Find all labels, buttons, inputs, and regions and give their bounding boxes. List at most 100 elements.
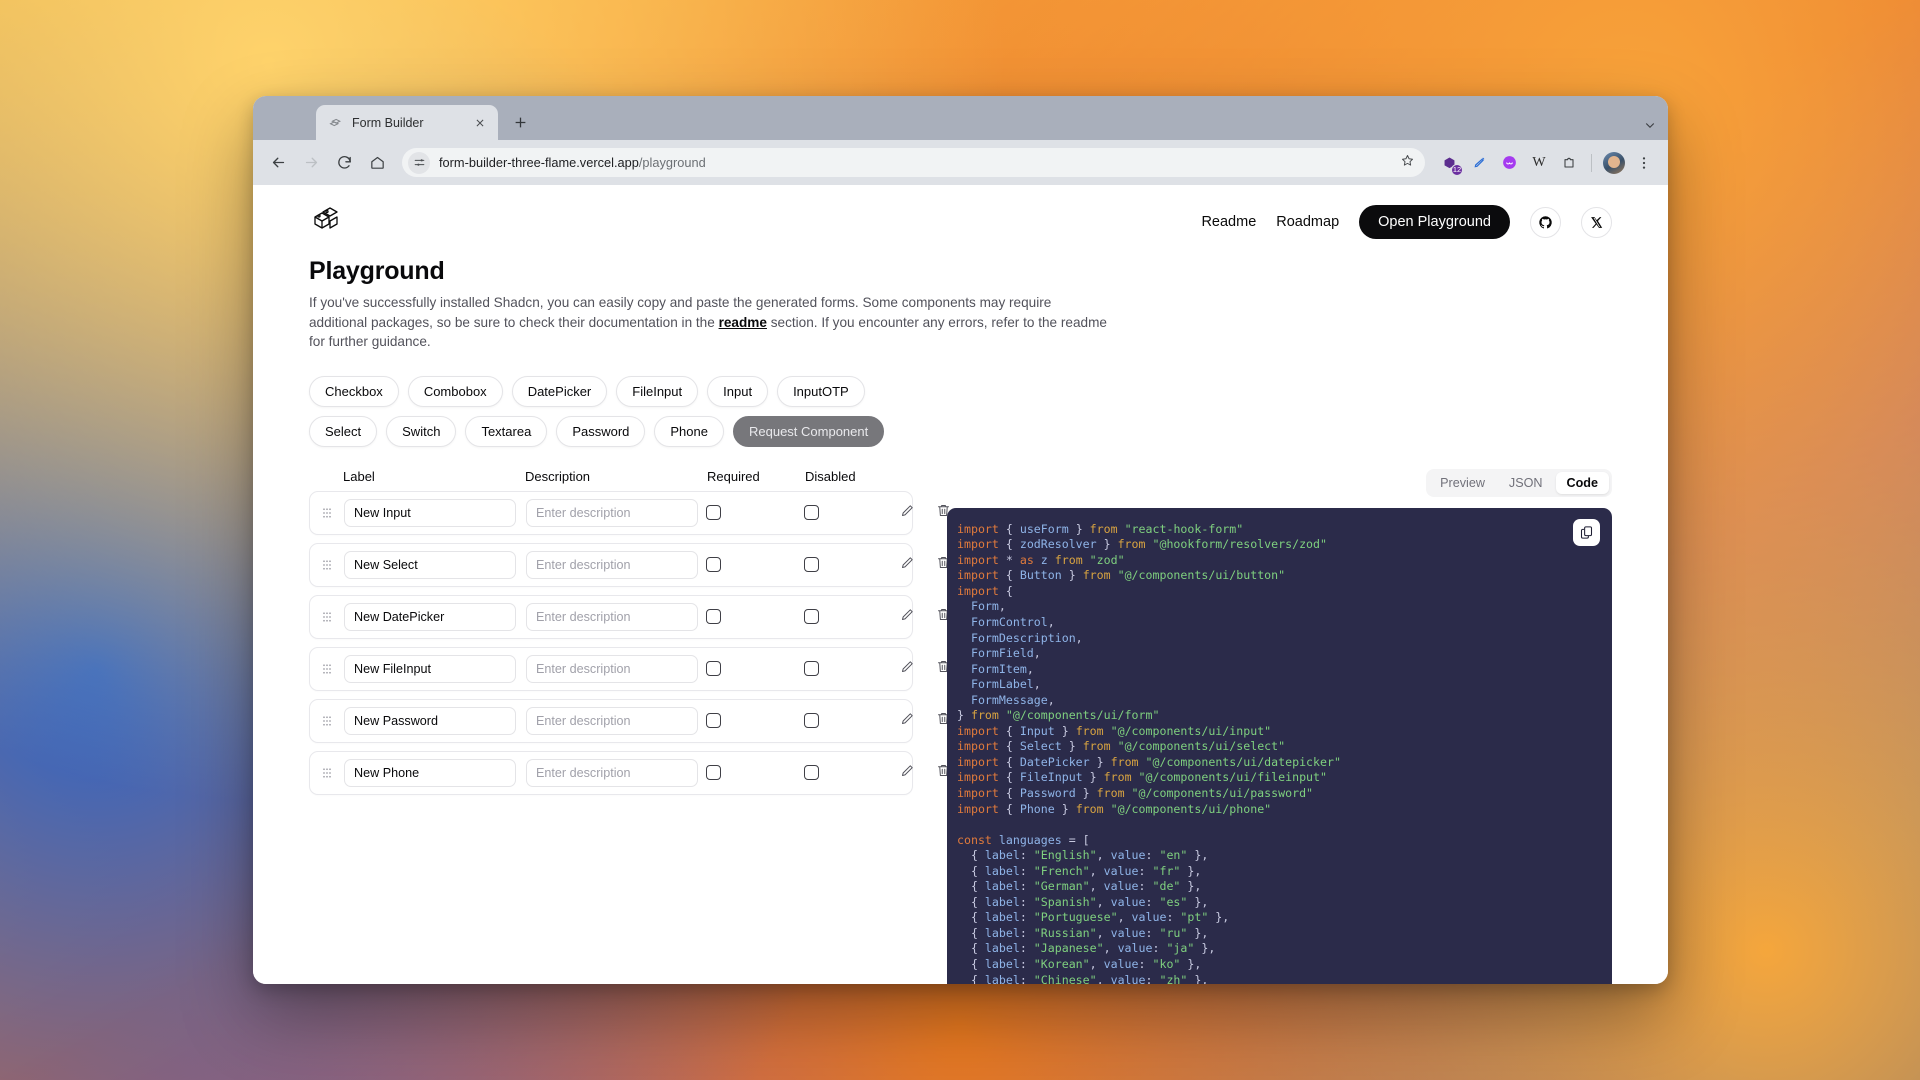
component-chip-checkbox[interactable]: Checkbox (309, 375, 399, 407)
site-settings-icon[interactable] (408, 151, 430, 174)
required-checkbox[interactable] (706, 557, 721, 573)
required-checkbox[interactable] (706, 713, 721, 729)
row-description-input[interactable]: Enter description (526, 602, 698, 631)
disabled-checkbox[interactable] (804, 557, 819, 573)
tabstrip-chevron-down-icon[interactable] (1644, 119, 1656, 134)
extension-badge-icon[interactable]: 12 (1435, 149, 1463, 177)
table-row: New Select Enter description (309, 542, 949, 587)
nav-roadmap[interactable]: Roadmap (1276, 214, 1339, 230)
boxes-logo-icon[interactable] (309, 203, 349, 241)
table-row: New Input Enter description (309, 490, 949, 535)
nav-readme[interactable]: Readme (1201, 214, 1256, 230)
form-builder-column: Label Description Required Disabled New … (253, 468, 949, 984)
extension-badge-count: 12 (1451, 163, 1463, 176)
disabled-checkbox-cell (796, 713, 894, 729)
browser-tab[interactable]: Form Builder (316, 105, 498, 140)
wikipedia-w-icon[interactable]: W (1525, 149, 1553, 177)
disabled-checkbox[interactable] (804, 505, 819, 521)
home-icon[interactable] (362, 148, 392, 178)
drag-handle-icon[interactable] (310, 611, 344, 623)
disabled-checkbox[interactable] (804, 765, 819, 781)
table-row: New FileInput Enter description (309, 646, 949, 691)
bookmark-star-icon[interactable] (1400, 153, 1415, 173)
disabled-checkbox-cell (796, 661, 894, 677)
tab-json[interactable]: JSON (1498, 472, 1554, 494)
drag-handle-icon[interactable] (310, 767, 344, 779)
back-icon[interactable] (263, 148, 293, 178)
required-checkbox[interactable] (706, 505, 721, 521)
component-chip-request-component[interactable]: Request Component (732, 415, 885, 447)
puzzle-extensions-icon[interactable] (1555, 149, 1583, 177)
page-description: If you've successfully installed Shadcn,… (309, 293, 1109, 352)
new-tab-button[interactable] (506, 108, 534, 136)
drag-handle-icon[interactable] (310, 507, 344, 519)
required-checkbox-cell (698, 557, 796, 573)
hero-section: Playground If you've successfully instal… (253, 243, 1668, 352)
required-checkbox-cell (698, 661, 796, 677)
required-checkbox[interactable] (706, 765, 721, 781)
component-chip-password[interactable]: Password (556, 415, 646, 447)
row-label-input[interactable]: New Select (344, 550, 516, 579)
generated-code[interactable]: import { useForm } from "react-hook-form… (947, 508, 1612, 984)
row-label-input[interactable]: New Password (344, 706, 516, 735)
output-column: Preview JSON Code import { useForm } from … (913, 468, 1668, 984)
tab-close-icon[interactable] (471, 114, 488, 131)
tab-title: Form Builder (352, 115, 424, 130)
row-description-input[interactable]: Enter description (526, 654, 698, 683)
output-tabs: Preview JSON Code (947, 468, 1612, 497)
disabled-checkbox[interactable] (804, 661, 819, 677)
disabled-checkbox-cell (796, 557, 894, 573)
address-bar[interactable]: form-builder-three-flame.vercel.app/play… (402, 148, 1425, 177)
row-description-input[interactable]: Enter description (526, 498, 698, 527)
component-chip-input[interactable]: Input (707, 375, 769, 407)
row-description-input[interactable]: Enter description (526, 706, 698, 735)
drag-handle-icon[interactable] (310, 663, 344, 675)
eyedropper-icon[interactable] (1465, 149, 1493, 177)
row-label-input[interactable]: New Input (344, 498, 516, 527)
row-label-input[interactable]: New DatePicker (344, 602, 516, 631)
view-mode-segmented-control: Preview JSON Code (1426, 468, 1612, 497)
open-playground-button[interactable]: Open Playground (1359, 205, 1510, 239)
site-nav: Readme Roadmap Open Playground (1201, 205, 1612, 239)
component-chip-textarea[interactable]: Textarea (465, 415, 548, 447)
x-twitter-icon[interactable] (1581, 206, 1612, 238)
required-checkbox-cell (698, 765, 796, 781)
table-row: New Password Enter description (309, 698, 949, 743)
copy-icon[interactable] (1573, 518, 1600, 546)
component-chip-list: Checkbox Combobox DatePicker FileInput Input… (253, 352, 973, 447)
drag-handle-icon[interactable] (310, 559, 344, 571)
row-description-input[interactable]: Enter description (526, 550, 698, 579)
purple-circle-extension-icon[interactable] (1495, 149, 1523, 177)
readme-link[interactable]: readme (719, 315, 767, 330)
drag-handle-icon[interactable] (310, 715, 344, 727)
avatar[interactable] (1600, 149, 1628, 177)
component-chip-datepicker[interactable]: DatePicker (511, 375, 608, 407)
component-chip-inputotp[interactable]: InputOTP (777, 375, 865, 407)
forward-icon[interactable] (296, 148, 326, 178)
github-icon[interactable] (1530, 206, 1561, 238)
form-rows: New Input Enter description New Select Ente… (309, 490, 949, 795)
table-row: New DatePicker Enter description (309, 594, 949, 639)
page-viewport: Readme Roadmap Open Playground Playgroun… (253, 185, 1668, 984)
column-header-description: Description (525, 468, 591, 484)
required-checkbox-cell (698, 713, 796, 729)
required-checkbox[interactable] (706, 609, 721, 625)
reload-icon[interactable] (329, 148, 359, 178)
row-description-input[interactable]: Enter description (526, 758, 698, 787)
required-checkbox[interactable] (706, 661, 721, 677)
site-header: Readme Roadmap Open Playground (253, 185, 1668, 243)
required-checkbox-cell (698, 609, 796, 625)
component-chip-switch[interactable]: Switch (386, 415, 457, 447)
tab-preview[interactable]: Preview (1429, 472, 1496, 494)
row-label-input[interactable]: New FileInput (344, 654, 516, 683)
browser-tabstrip: Form Builder (253, 96, 1668, 140)
row-label-input[interactable]: New Phone (344, 758, 516, 787)
component-chip-phone[interactable]: Phone (654, 415, 724, 447)
component-chip-fileinput[interactable]: FileInput (616, 375, 699, 407)
component-chip-select[interactable]: Select (309, 415, 378, 447)
disabled-checkbox[interactable] (804, 609, 819, 625)
component-chip-combobox[interactable]: Combobox (407, 375, 503, 407)
tab-code[interactable]: Code (1555, 471, 1609, 494)
kebab-menu-icon[interactable] (1630, 149, 1658, 177)
disabled-checkbox[interactable] (804, 713, 819, 729)
